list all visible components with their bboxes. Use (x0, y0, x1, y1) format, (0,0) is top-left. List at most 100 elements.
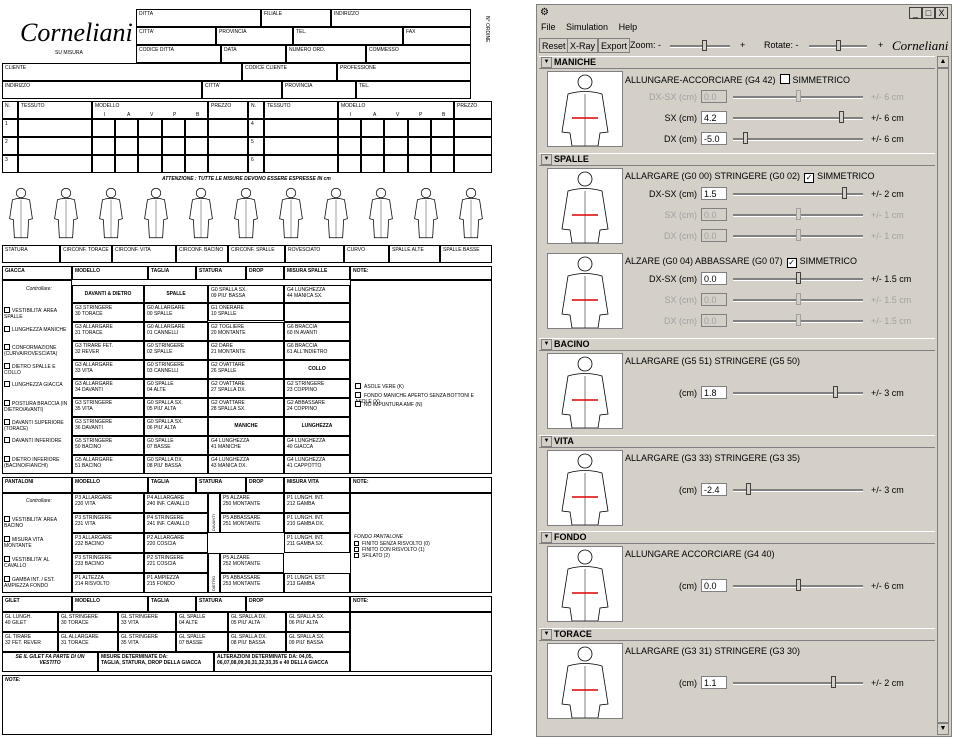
check-box[interactable] (355, 383, 361, 389)
menu-help[interactable]: Help (619, 22, 638, 32)
check-box[interactable] (355, 392, 361, 398)
check-box[interactable] (4, 307, 10, 313)
collapse-arrow-icon[interactable]: ▼ (541, 532, 552, 543)
check-box[interactable] (4, 455, 10, 462)
slider-track[interactable] (733, 682, 863, 685)
check-box[interactable] (4, 400, 10, 406)
app-window: ⚙ _ □ X File Simulation Help Reset X-Ray… (536, 4, 952, 737)
title-bar[interactable]: ⚙ _ □ X (537, 5, 951, 21)
header-field-cell: CODICE DITTA (136, 45, 221, 63)
giacca-alteration-cell: G2 DARE 21 MONTANTE (208, 341, 284, 360)
export-button[interactable]: Export (598, 38, 631, 53)
pant-alteration-cell: P1 AMPIEZZA 215 FONDO (144, 573, 208, 593)
order-model-cell (161, 155, 185, 173)
zoom-slider-thumb[interactable] (702, 40, 707, 51)
giacca-alteration-cell: G4 LUNGHEZZA 44 MANICA SX. (284, 285, 350, 303)
jacket-figure-icon (561, 549, 609, 622)
close-button[interactable]: X (935, 7, 948, 19)
scrollbar-thumb[interactable] (937, 68, 949, 723)
check-box[interactable] (354, 541, 359, 546)
slider-thumb[interactable] (833, 386, 838, 398)
rotate-plus[interactable]: + (878, 40, 883, 50)
adjustment-label: ALLUNGARE ACCORCIARE (G4 40) (625, 549, 775, 559)
check-box[interactable] (4, 418, 10, 425)
value-field[interactable]: 1.5 (701, 187, 727, 200)
maximize-button[interactable]: □ (922, 7, 935, 19)
value-field[interactable]: 0.0 (701, 272, 727, 285)
check-box[interactable] (4, 536, 10, 542)
order-model-cell (138, 119, 162, 137)
menu-simulation[interactable]: Simulation (566, 22, 608, 32)
slider-thumb[interactable] (831, 676, 836, 688)
slider-thumb[interactable] (796, 579, 801, 591)
menu-file[interactable]: File (541, 22, 556, 32)
slider-label: SX (cm) (664, 210, 698, 220)
collapse-arrow-icon[interactable]: ▼ (541, 154, 552, 165)
slider-track[interactable] (733, 489, 863, 492)
reset-button[interactable]: Reset (539, 38, 569, 53)
section-header[interactable]: ▼ FONDO (539, 531, 935, 544)
check-box[interactable] (4, 344, 10, 351)
slider-track[interactable] (733, 138, 863, 141)
value-field[interactable]: 4.2 (701, 111, 727, 124)
rotate-slider-thumb[interactable] (836, 40, 841, 51)
range-label: +/- 1.5 cm (871, 274, 912, 284)
check-box[interactable] (4, 362, 10, 369)
slider-thumb[interactable] (746, 483, 751, 495)
adjustment-title: ALLUNGARE ACCORCIARE (G4 40) (625, 549, 775, 559)
check-box[interactable] (4, 556, 10, 562)
range-label: +/- 3 cm (871, 485, 904, 495)
section-header[interactable]: ▼ TORACE (539, 628, 935, 641)
section-header[interactable]: ▼ SPALLE (539, 153, 935, 166)
check-box[interactable] (354, 553, 359, 558)
check-box[interactable] (4, 437, 10, 444)
order-fabric-cell (264, 119, 338, 137)
value-field[interactable]: -2.4 (701, 483, 727, 496)
value-field[interactable]: 0.0 (701, 579, 727, 592)
pant-alteration-cell: P1 LUNGH. INT. 210 GAMBA DX. (284, 513, 350, 533)
collapse-arrow-icon[interactable]: ▼ (541, 629, 552, 640)
value-field[interactable]: -5.0 (701, 132, 727, 145)
gilet-foot-cell: ALTERAZIONI DETERMINATE DA: 04,05, 06,07… (214, 652, 350, 672)
section-header[interactable]: ▼ BACINO (539, 338, 935, 351)
order-model-cell (338, 137, 362, 155)
check-label: POSTURA BRACCIA (IN DIETRO/AVANTI) (4, 401, 68, 413)
symmetric-checkbox[interactable]: ✓ (786, 258, 797, 268)
slider-row: DX-SX (cm) 0.0 +/- 1.5 cm (625, 271, 935, 287)
collapse-arrow-icon[interactable]: ▼ (541, 436, 552, 447)
check-box[interactable] (354, 547, 359, 552)
vertical-scrollbar[interactable]: ▲ ▼ (937, 56, 949, 735)
section-header[interactable]: ▼ VITA (539, 435, 935, 448)
minimize-button[interactable]: _ (909, 7, 922, 19)
order-fabric-cell (18, 119, 92, 137)
pant-alteration-cell: P5 ALZARE 252 MONTANTE (220, 553, 284, 573)
check-box[interactable] (355, 401, 361, 407)
xray-button[interactable]: X-Ray (567, 38, 599, 53)
slider-thumb[interactable] (839, 111, 844, 123)
collapse-arrow-icon[interactable]: ▼ (541, 57, 552, 68)
slider-thumb[interactable] (842, 187, 847, 199)
zoom-plus[interactable]: + (740, 40, 745, 50)
adjustment-label: ALLARGARE (G0 00) STRINGERE (G0 02) (625, 171, 801, 181)
scroll-up-icon[interactable]: ▲ (937, 56, 949, 68)
symmetric-checkbox[interactable] (779, 74, 790, 84)
check-box[interactable] (4, 576, 10, 582)
symmetric-checkbox[interactable]: ✓ (804, 173, 815, 183)
order-model-cell (161, 137, 185, 155)
check-box[interactable] (4, 516, 10, 522)
value-field[interactable]: 1.8 (701, 386, 727, 399)
section-header[interactable]: ▼ MANICHE (539, 56, 935, 69)
col-title: MANICHE (208, 417, 284, 436)
gilet-header-cell: STATURA (196, 596, 246, 612)
posture-figure-icon (459, 187, 483, 239)
collapse-arrow-icon[interactable]: ▼ (541, 339, 552, 350)
slider-thumb[interactable] (796, 272, 801, 284)
slider-track[interactable] (733, 392, 863, 395)
col-title: DAVANTI & DIETRO (72, 285, 144, 303)
value-field[interactable]: 1.1 (701, 676, 727, 689)
check-box[interactable] (4, 381, 10, 388)
zoom-slider[interactable] (670, 45, 730, 48)
scroll-down-icon[interactable]: ▼ (937, 723, 949, 735)
slider-thumb[interactable] (743, 132, 748, 144)
check-box[interactable] (4, 325, 10, 332)
